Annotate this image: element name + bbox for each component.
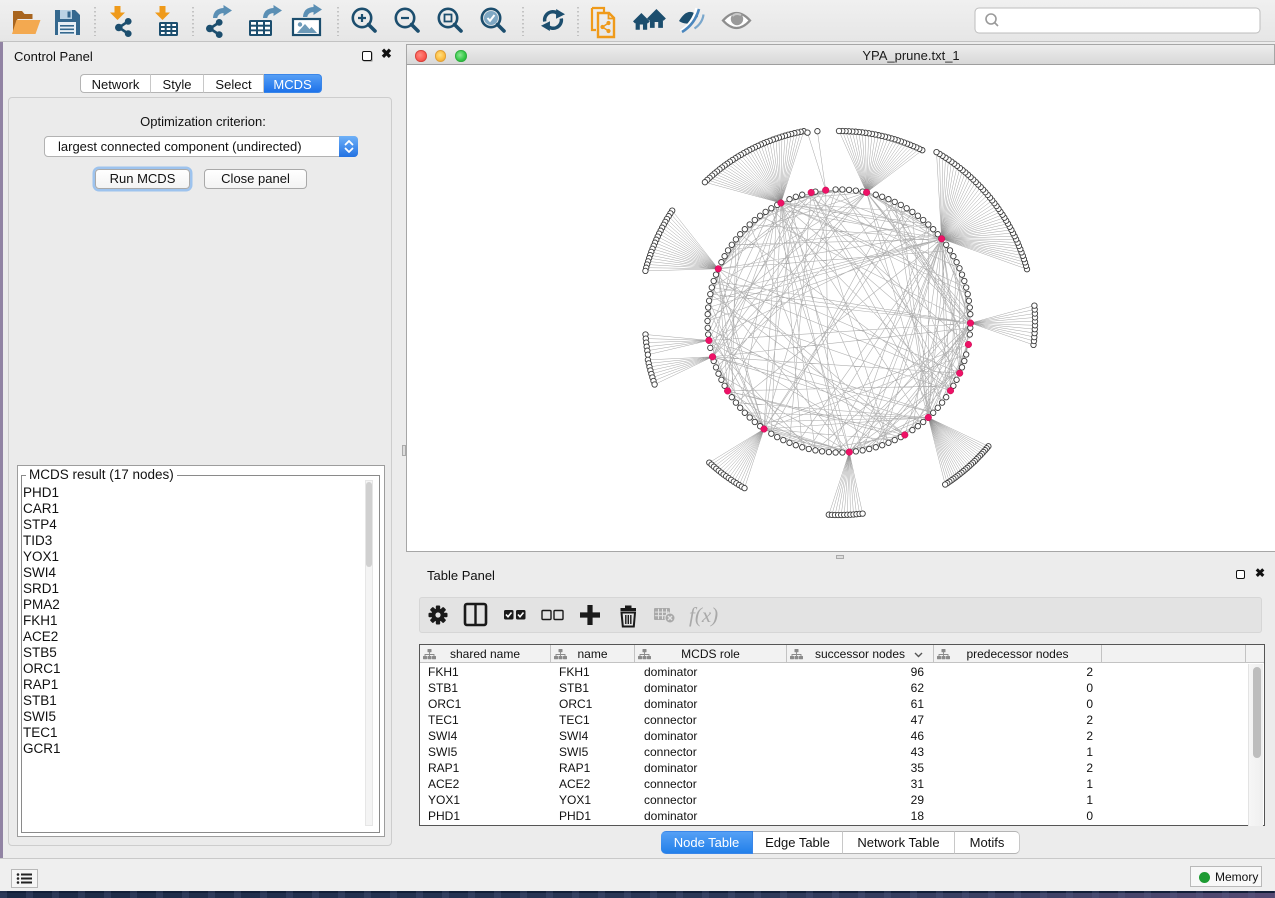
- svg-text:f(x): f(x): [689, 603, 718, 627]
